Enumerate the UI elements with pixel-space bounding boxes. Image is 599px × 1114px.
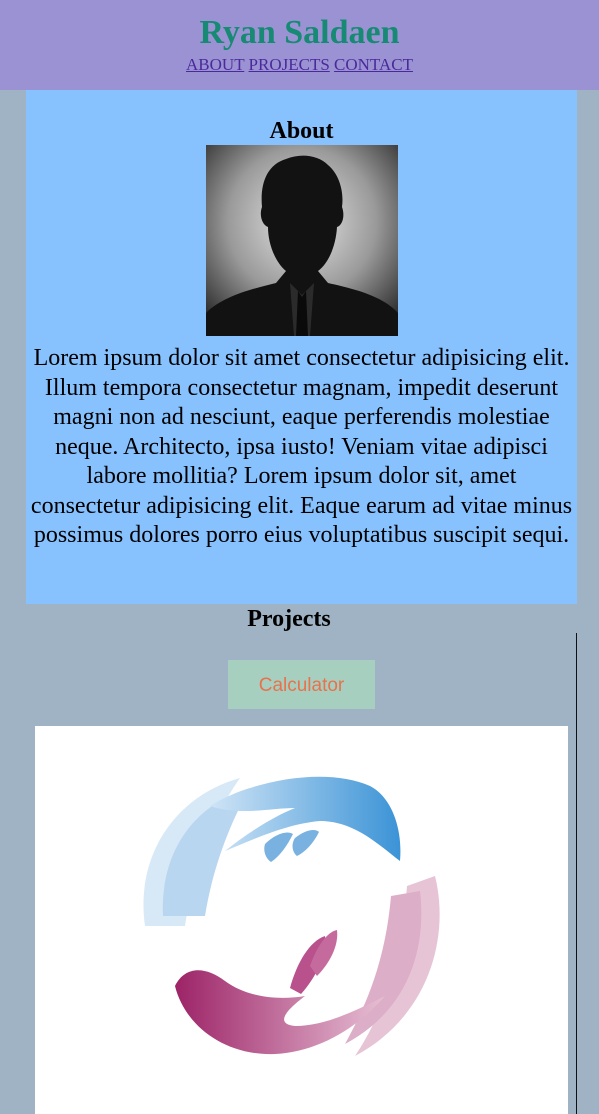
site-header: Ryan Saldaen ABOUT PROJECTS CONTACT xyxy=(0,0,599,90)
about-heading: About xyxy=(269,118,334,144)
nav-link-projects[interactable]: PROJECTS xyxy=(249,55,330,74)
about-paragraph: Lorem ipsum dolor sit amet consectetur a… xyxy=(30,345,573,548)
hands-circle-logo-icon xyxy=(143,776,440,1056)
calculator-button[interactable]: Calculator xyxy=(228,660,375,709)
site-title: Ryan Saldaen xyxy=(199,14,400,51)
project-card[interactable] xyxy=(35,726,568,1114)
nav-link-about[interactable]: ABOUT xyxy=(186,55,244,74)
nav-link-contact[interactable]: CONTACT xyxy=(334,55,413,74)
nav-bar: ABOUT PROJECTS CONTACT xyxy=(0,55,599,75)
profile-photo xyxy=(205,145,398,336)
projects-heading: Projects xyxy=(247,606,331,632)
vertical-divider xyxy=(576,633,577,1114)
about-section: About Lorem ipsum dolor sit amet consect… xyxy=(26,90,577,604)
